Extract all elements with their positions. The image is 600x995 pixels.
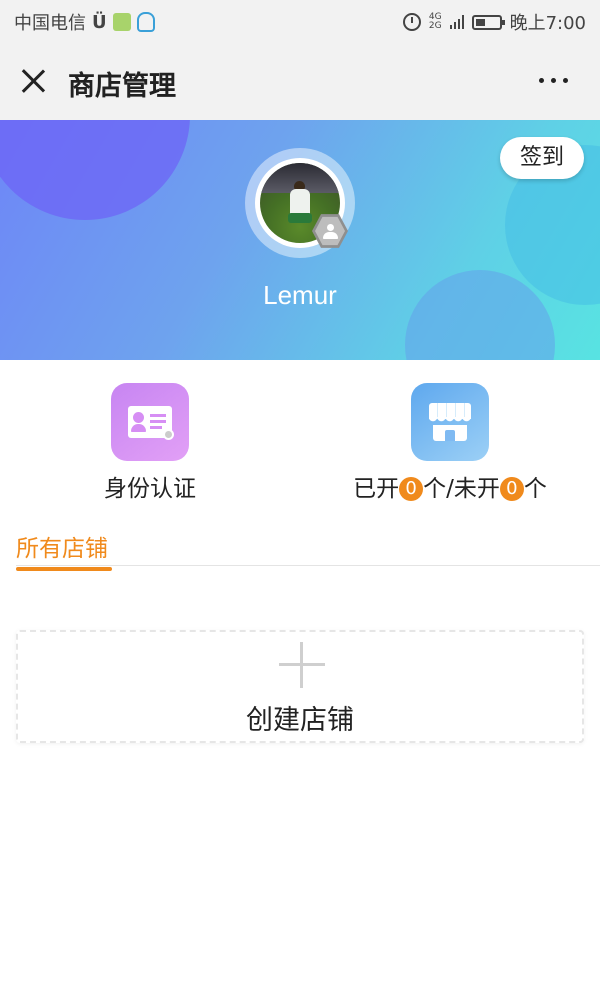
store-icon [411,383,489,461]
more-options-icon[interactable] [539,78,568,83]
unopened-shops-count-badge: 0 [499,477,524,501]
status-bar: 中国电信 Ü 4G 2G 晚上7:00 [0,0,600,42]
profile-header: 签到 Lemur [0,120,600,360]
username: Lemur [263,280,337,310]
close-icon[interactable] [20,68,46,94]
identity-verification-label: 身份认证 [104,476,196,502]
id-card-icon [111,383,189,461]
nav-bar: 商店管理 [0,42,600,120]
decorative-circle [0,120,190,220]
notification-edit-icon [112,13,131,31]
battery-icon [471,14,505,30]
open-shops-count-badge: 0 [399,477,424,501]
create-shop-button[interactable]: 创建店铺 [16,630,584,743]
notification-qq-icon [136,12,155,32]
notification-app-icon: Ü [92,11,107,33]
carrier-name: 中国电信 [14,13,86,34]
plus-icon [279,642,325,688]
shop-status-label: 已开 0 个/未开 0 个 [353,476,547,502]
tab-active-indicator [16,567,112,571]
alarm-icon [402,13,421,31]
create-shop-label: 创建店铺 [246,705,354,736]
shop-status-button[interactable]: 已开 0 个/未开 0 个 [300,383,600,503]
tab-all-shops-label: 所有店铺 [16,536,108,562]
identity-verification-button[interactable]: 身份认证 [0,383,300,503]
page-title: 商店管理 [68,71,176,102]
checkin-button[interactable]: 签到 [500,137,584,179]
tab-divider [16,565,600,566]
clock-time: 晚上7:00 [509,13,586,34]
signal-bars-icon [449,15,464,29]
network-type-icon: 4G 2G [428,12,442,31]
